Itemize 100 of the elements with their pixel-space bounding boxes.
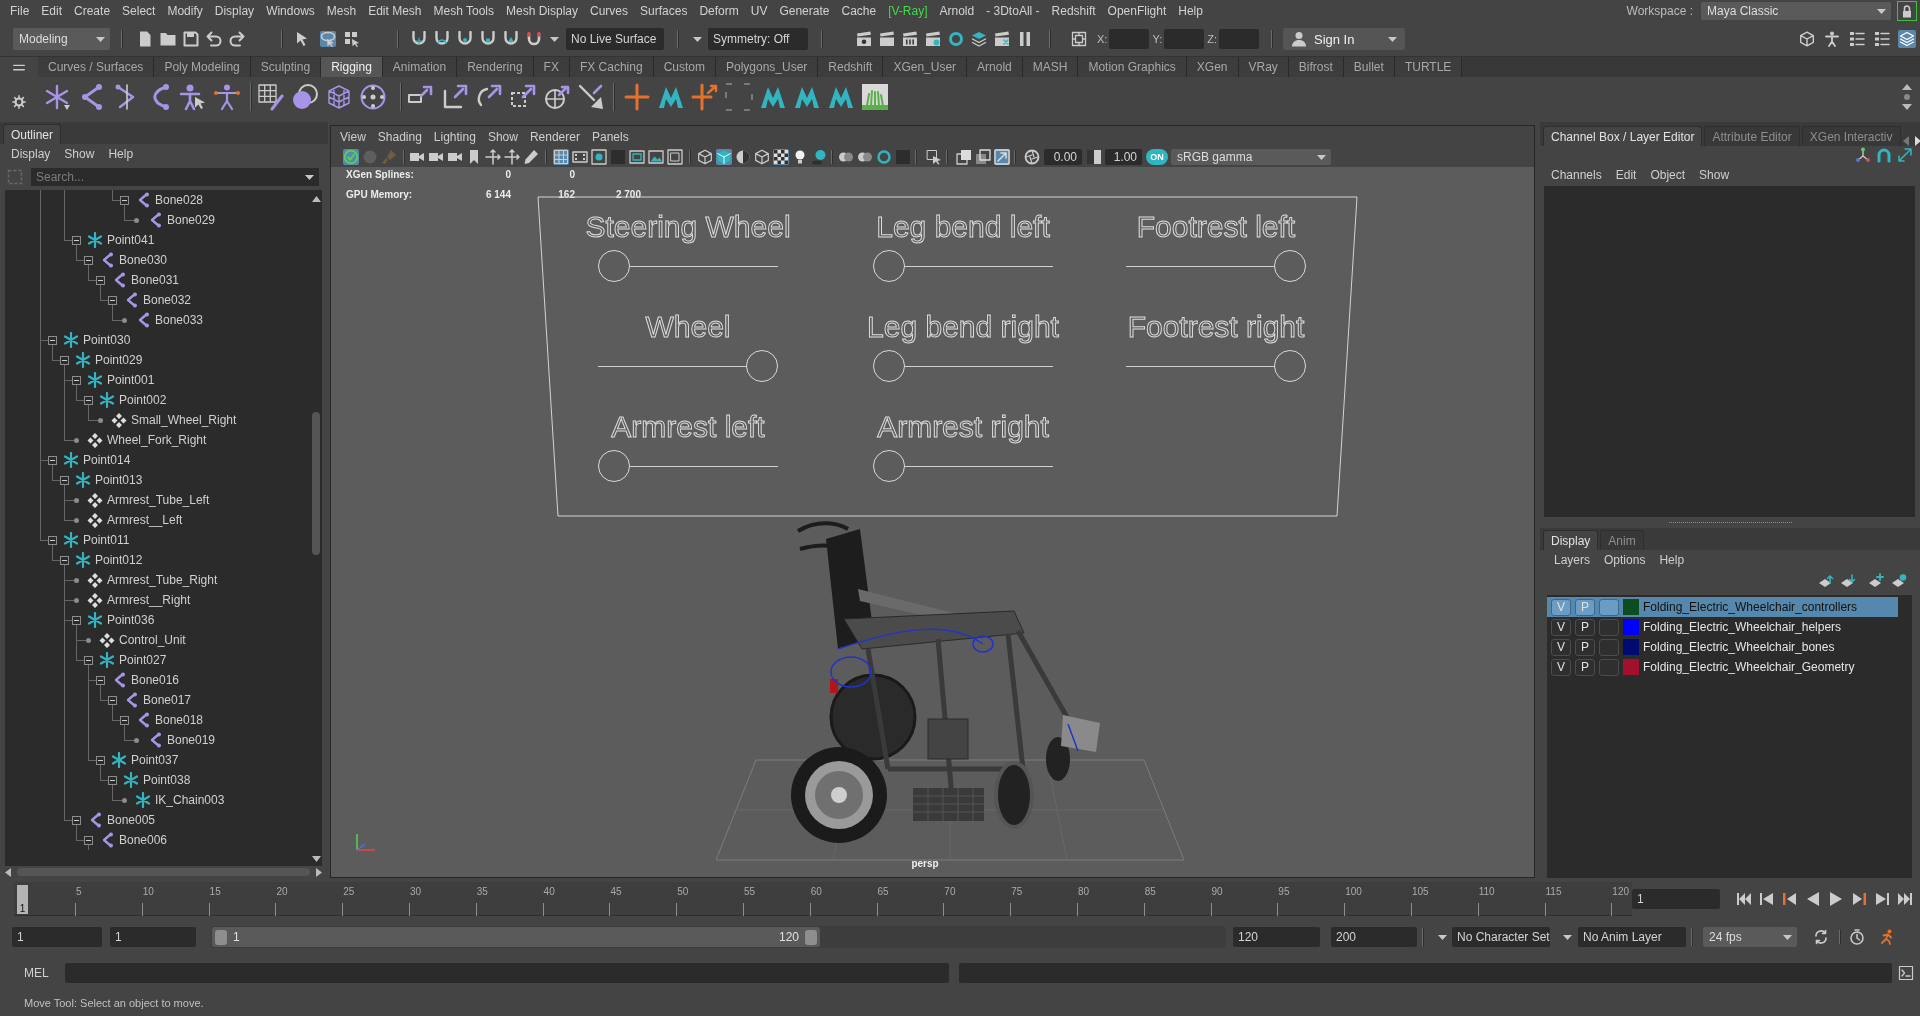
bind-skin-icon[interactable] (257, 83, 285, 111)
menu-item[interactable]: Surfaces (634, 4, 694, 18)
skip-start-icon[interactable] (1736, 891, 1752, 907)
grid-icon[interactable] (553, 149, 569, 165)
menu-item[interactable]: Layers (1547, 552, 1598, 567)
menu-item[interactable]: Channels (1544, 168, 1609, 182)
half-square-icon[interactable] (1086, 149, 1102, 165)
shelf-tab[interactable]: FX (533, 57, 570, 77)
step-back-icon[interactable] (1759, 891, 1775, 907)
snap-view-icon[interactable] (480, 31, 496, 47)
menu-item[interactable]: Lighting (427, 129, 482, 144)
snap-curve-icon[interactable] (434, 31, 450, 47)
layer-row[interactable]: V P Folding_Electric_Wheelchair_controllers (1547, 597, 1898, 617)
menu-item[interactable]: Panels (585, 129, 635, 144)
collapse-icon[interactable] (108, 295, 117, 305)
panel-tab[interactable]: Channel Box / Layer Editor (1543, 126, 1703, 146)
slider-handle[interactable] (1274, 350, 1306, 382)
magnet-icon[interactable] (526, 31, 542, 47)
point-constraint-icon[interactable] (441, 83, 469, 111)
display-type-toggle[interactable] (1599, 658, 1619, 676)
expand-arrow-icon[interactable] (1897, 147, 1913, 163)
play-reverse-icon[interactable] (1805, 891, 1821, 907)
aim-constraint-icon[interactable] (543, 83, 571, 111)
select-icon[interactable] (926, 149, 942, 165)
menu-item[interactable]: Edit (1608, 168, 1644, 182)
step-forward-icon[interactable] (1874, 891, 1890, 907)
layer-color-swatch-icon[interactable] (1623, 599, 1639, 615)
anim-layer-dropdown[interactable]: No Anim Layer (1578, 927, 1686, 947)
menu-item[interactable]: File (4, 4, 36, 18)
shadow-icon[interactable] (811, 149, 827, 165)
scroll-up-icon[interactable] (311, 196, 321, 202)
collapse-icon[interactable] (120, 715, 129, 725)
pause-icon[interactable] (1017, 31, 1033, 47)
menu-item[interactable]: [V-Ray] (882, 4, 934, 18)
scrollbar-thumb[interactable] (312, 412, 320, 555)
scroll-left-icon[interactable] (5, 867, 11, 877)
axes-icon[interactable] (1855, 147, 1871, 163)
range-slider-bar[interactable] (212, 927, 820, 947)
layer-up-icon[interactable] (1818, 572, 1834, 589)
menu-item[interactable]: Help (1172, 4, 1209, 18)
shelf-tab[interactable]: TURTLE (1394, 57, 1463, 77)
live-surface-field[interactable]: No Live Surface (566, 28, 664, 50)
shelf-tab[interactable]: Curves / Surfaces (38, 57, 155, 77)
menu-item[interactable]: Edit Mesh (362, 4, 428, 18)
shelf-tab[interactable]: XGen_User (883, 57, 968, 77)
open-folder-icon[interactable] (160, 31, 176, 47)
command-input[interactable] (64, 963, 949, 983)
figure-cursor-icon[interactable] (179, 83, 207, 111)
menu-item[interactable]: Shading (371, 129, 428, 144)
slider-handle[interactable] (598, 250, 630, 282)
playback-toggle[interactable]: P (1575, 638, 1595, 656)
shelf-tab[interactable]: Poly Modeling (154, 57, 251, 77)
bounding-box-icon[interactable] (1071, 31, 1087, 47)
half-sphere-icon[interactable] (735, 149, 751, 165)
isolate-icon[interactable] (956, 149, 972, 165)
color-space-dropdown[interactable]: sRGB gamma (1171, 149, 1331, 165)
menu-item[interactable]: Show (57, 147, 102, 161)
menu-item[interactable]: UV (744, 4, 774, 18)
cube-icon[interactable] (1798, 30, 1816, 48)
coordinate-field[interactable] (1219, 29, 1259, 49)
menu-item[interactable]: Generate (773, 4, 836, 18)
menu-item[interactable]: Renderer (523, 129, 586, 144)
safe-title-icon[interactable] (667, 149, 683, 165)
frame-select-icon[interactable] (994, 149, 1010, 165)
render-sequence-icon[interactable] (994, 31, 1010, 47)
mode-dropdown[interactable]: Modeling (13, 28, 110, 50)
shaded-cube-icon[interactable] (716, 149, 732, 165)
layer-color-swatch-icon[interactable] (1623, 619, 1639, 635)
menu-item[interactable]: Show (481, 129, 524, 144)
exposure-field[interactable]: 0.00 (1044, 149, 1082, 165)
slider-handle[interactable] (1274, 250, 1306, 282)
layer-row[interactable]: V P Folding_Electric_Wheelchair_helpers (1547, 617, 1898, 637)
menu-item[interactable]: Cache (835, 4, 883, 18)
magnet-ring-icon[interactable] (1876, 147, 1892, 163)
cluster-ring-icon[interactable] (359, 83, 387, 111)
collapse-icon[interactable] (84, 255, 93, 265)
gear-icon[interactable] (12, 95, 26, 109)
xray-icon[interactable] (975, 149, 991, 165)
running-figure-icon[interactable] (1879, 929, 1895, 945)
layer-color-swatch-icon[interactable] (1623, 659, 1639, 675)
shelf-tab[interactable]: XGen (1186, 57, 1239, 77)
prev-key-icon[interactable] (1782, 891, 1798, 907)
panel-tab[interactable]: Display (1543, 530, 1599, 550)
menu-item[interactable]: Options (1597, 552, 1653, 567)
shelf-tab[interactable]: Animation (382, 57, 458, 77)
new-file-icon[interactable] (137, 31, 153, 47)
splitter-handle[interactable] (1668, 522, 1792, 523)
paint-select-icon[interactable] (344, 31, 360, 47)
gamma-field[interactable]: 1.00 (1105, 149, 1142, 165)
image-icon[interactable] (648, 149, 664, 165)
snap-point-icon[interactable] (457, 31, 473, 47)
visibility-toggle[interactable]: V (1551, 618, 1571, 636)
layers-icon[interactable] (1898, 30, 1916, 48)
shelf-tab[interactable]: Bullet (1343, 57, 1395, 77)
list-icon[interactable] (1848, 30, 1866, 48)
visibility-toggle[interactable]: V (1551, 658, 1571, 676)
collapse-icon[interactable] (60, 355, 69, 365)
loop-icon[interactable] (1813, 929, 1829, 945)
shelf-tab[interactable]: Motion Graphics (1078, 57, 1187, 77)
shelf-tab[interactable]: Rigging (321, 57, 383, 77)
